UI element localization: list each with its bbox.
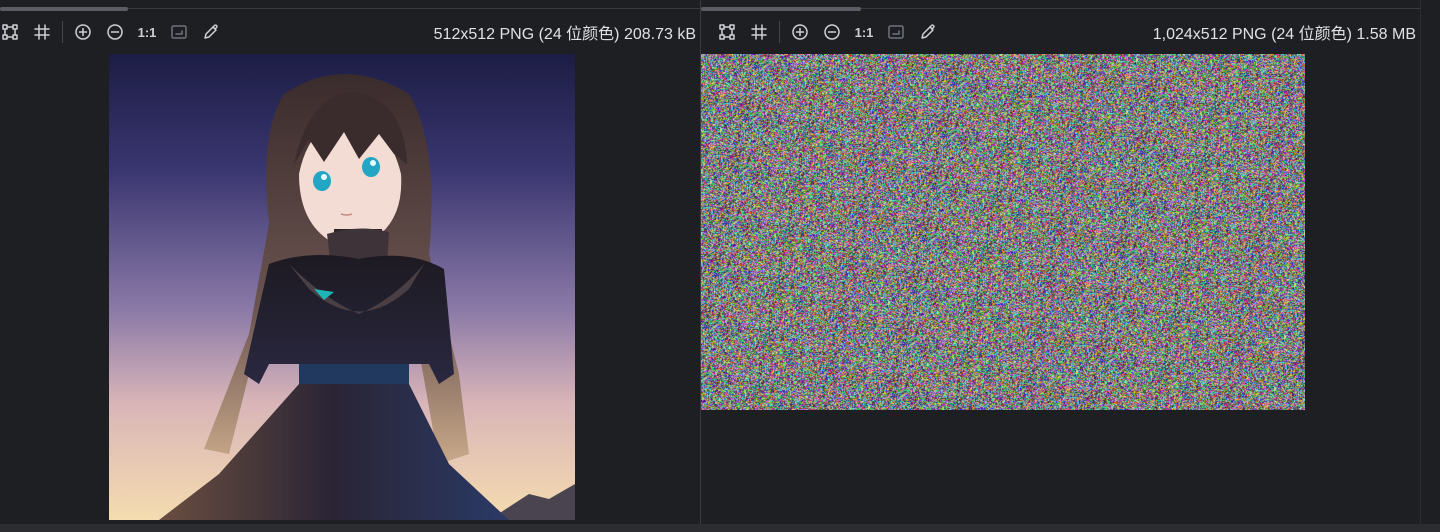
right-image-viewer: 1:1 1,024x512 PNG (24 位颜色) 1.58 MB — [701, 0, 1420, 524]
zoom-out-icon[interactable] — [816, 14, 848, 50]
zoom-out-icon[interactable] — [99, 14, 131, 50]
toolbar-separator — [62, 21, 63, 43]
anime-girl-illustration — [159, 74, 575, 520]
fit-grid-icon[interactable] — [711, 14, 743, 50]
noise-image — [701, 54, 1305, 410]
color-picker-icon[interactable] — [195, 14, 227, 50]
vertical-scrollbar-gutter[interactable] — [1420, 0, 1440, 524]
horizontal-scrollbar-thumb[interactable] — [701, 7, 861, 11]
horizontal-scrollbar-thumb[interactable] — [0, 7, 128, 11]
noise-canvas — [701, 54, 1305, 410]
fit-window-icon[interactable] — [880, 14, 912, 50]
image-info-label: 1,024x512 PNG (24 位颜色) 1.58 MB — [1152, 26, 1416, 43]
bottom-scrollbar-gutter[interactable] — [0, 524, 1440, 532]
toolbar-separator — [779, 21, 780, 43]
zoom-in-icon[interactable] — [784, 14, 816, 50]
image-info-label: 512x512 PNG (24 位颜色) 208.73 kB — [433, 26, 696, 43]
actual-size-button[interactable]: 1:1 — [848, 25, 880, 40]
zoom-in-icon[interactable] — [67, 14, 99, 50]
crop-grid-icon[interactable] — [26, 14, 58, 50]
fit-grid-icon[interactable] — [0, 14, 26, 50]
viewer-toolbar: 1:1 512x512 PNG (24 位颜色) 208.73 kB — [0, 14, 700, 50]
left-image-viewer: 1:1 512x512 PNG (24 位颜色) 208.73 kB — [0, 0, 700, 524]
actual-size-button[interactable]: 1:1 — [131, 25, 163, 40]
fit-window-icon[interactable] — [163, 14, 195, 50]
color-picker-icon[interactable] — [912, 14, 944, 50]
preview-image — [109, 54, 575, 520]
crop-grid-icon[interactable] — [743, 14, 775, 50]
viewer-toolbar: 1:1 1,024x512 PNG (24 位颜色) 1.58 MB — [711, 14, 1420, 50]
